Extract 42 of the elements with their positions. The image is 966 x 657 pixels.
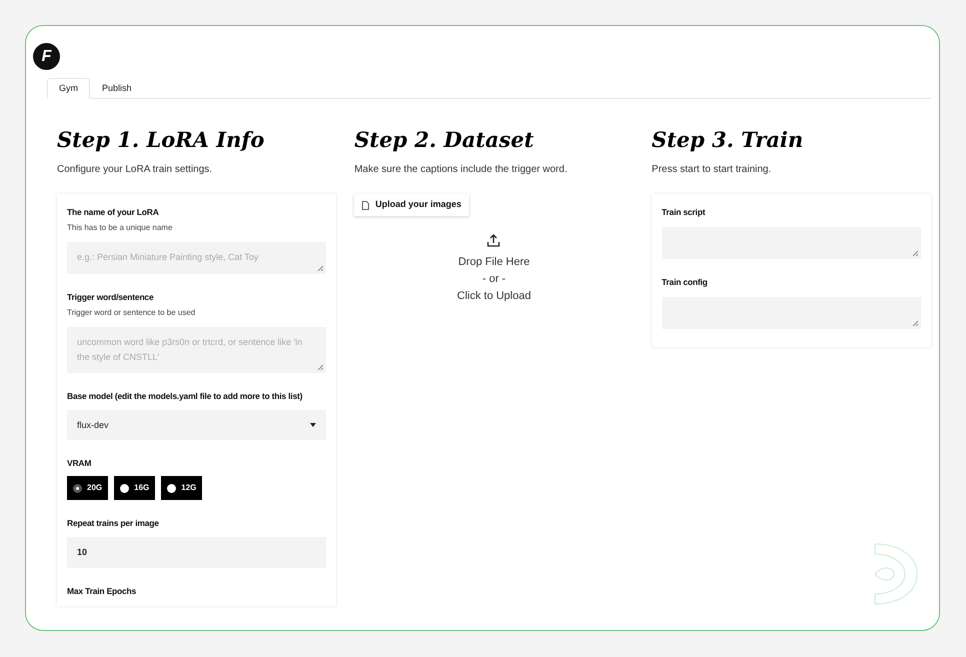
- field-label: VRAM: [67, 457, 92, 470]
- radio-option[interactable]: 12G: [161, 476, 202, 500]
- drop-zone-text: Drop File Here: [458, 255, 530, 270]
- field-label: Max Train Epochs: [67, 584, 136, 598]
- step-description: Configure your LoRA train settings.: [57, 163, 212, 177]
- drop-zone-text: - or -: [482, 272, 506, 287]
- field-label: Train script: [662, 206, 706, 219]
- resize-handle-icon: [317, 364, 324, 370]
- field-hint: This has to be a unique name: [67, 222, 172, 234]
- file-icon: [362, 200, 370, 210]
- radio-icon: [167, 484, 176, 492]
- step-title: Step 3. Train: [652, 126, 804, 154]
- text-field[interactable]: [662, 226, 921, 259]
- field-label: Trigger word/sentence: [67, 290, 154, 304]
- model-dropdown[interactable]: flux-dev: [67, 410, 326, 440]
- tab[interactable]: Gym: [47, 78, 90, 99]
- field-hint: Trigger word or sentence to be used: [67, 306, 196, 318]
- step-title: Step 1. LoRA Info: [57, 126, 264, 154]
- step-title: Step 2. Dataset: [354, 126, 534, 154]
- caret-icon: [310, 423, 316, 428]
- upload-icon: [487, 234, 500, 247]
- decorative-d-icon: [874, 543, 918, 605]
- logo-icon: F: [33, 43, 60, 70]
- number-field[interactable]: 10: [67, 536, 326, 568]
- radio-icon: [120, 484, 130, 492]
- radio-option[interactable]: 16G: [114, 476, 156, 500]
- drop-zone[interactable]: Drop File Here - or - Click to Upload: [354, 234, 634, 305]
- step-description: Make sure the captions include the trigger word.: [354, 163, 568, 177]
- step-description: Press start to start training.: [652, 163, 772, 177]
- field-label: Base model (edit the models.yaml file to add more to this list): [67, 390, 302, 402]
- radio-icon: [73, 484, 82, 492]
- text-field[interactable]: [662, 296, 921, 328]
- resize-handle-icon: [317, 264, 324, 271]
- tab[interactable]: Publish: [90, 78, 144, 99]
- resize-handle-icon: [912, 320, 918, 326]
- upload-button[interactable]: Upload your images: [354, 194, 470, 216]
- drop-zone-text: Click to Upload: [457, 289, 531, 304]
- field-label: The name of your LoRA: [67, 206, 159, 219]
- field-label: Train config: [662, 276, 708, 288]
- field-label: Repeat trains per image: [67, 517, 159, 530]
- resize-handle-icon: [912, 250, 918, 256]
- radio-option[interactable]: 20G: [67, 476, 108, 500]
